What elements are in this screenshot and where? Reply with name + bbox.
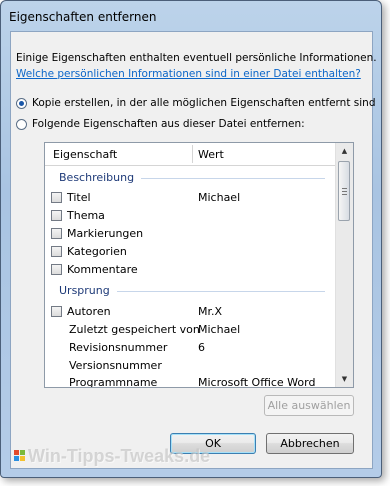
radio-remove-properties-label: Folgende Eigenschaften aus dieser Datei … — [32, 118, 305, 130]
list-item[interactable]: Autoren — [51, 304, 111, 318]
item-label: Programmname — [69, 376, 158, 388]
info-text: Einige Eigenschaften enthalten eventuell… — [16, 52, 377, 64]
checkbox[interactable] — [51, 245, 62, 257]
item-value: Michael — [198, 323, 241, 336]
item-label: Revisionsnummer — [69, 341, 168, 354]
item-value: 6 — [198, 341, 205, 354]
info-link[interactable]: Welche persönlichen Informationen sind i… — [16, 68, 361, 80]
scroll-up-icon[interactable]: ▲ — [336, 143, 353, 159]
vertical-scrollbar[interactable]: ▲ ▼ — [335, 143, 353, 387]
watermark: Win-Tipps-Tweaks.de — [28, 446, 211, 466]
column-separator[interactable] — [192, 145, 193, 163]
list-item[interactable]: Titel — [51, 190, 91, 204]
item-label: Versionsnummer — [69, 359, 162, 372]
item-value: Michael — [198, 191, 241, 204]
list-item[interactable]: Markierungen — [51, 226, 143, 240]
item-label: Kategorien — [67, 244, 127, 258]
column-header-value[interactable]: Wert — [198, 148, 224, 161]
item-value: Mr.X — [198, 305, 223, 318]
list-header: Eigenschaft Wert — [45, 143, 335, 166]
list-item[interactable]: Kommentare — [51, 262, 138, 276]
item-label: Markierungen — [67, 226, 144, 240]
select-all-button[interactable]: Alle auswählen — [264, 395, 354, 416]
list-item[interactable]: Thema — [51, 208, 105, 222]
item-label: Kommentare — [67, 262, 138, 276]
group-header-beschreibung: Beschreibung — [59, 171, 135, 184]
item-label: Thema — [67, 208, 105, 222]
cancel-button[interactable]: Abbrechen — [266, 433, 354, 454]
group-header-ursprung: Ursprung — [59, 284, 110, 297]
scroll-down-icon[interactable]: ▼ — [336, 371, 353, 387]
list-item[interactable]: Kategorien — [51, 244, 127, 258]
checkbox[interactable] — [51, 227, 62, 239]
item-label: Zuletzt gespeichert von — [69, 323, 200, 336]
scrollbar-thumb[interactable] — [338, 161, 350, 221]
radio-unselected-icon[interactable] — [16, 118, 27, 130]
radio-create-copy-label: Kopie erstellen, in der alle möglichen E… — [32, 97, 376, 109]
grip-line — [342, 194, 347, 195]
radio-selected-icon[interactable] — [16, 97, 27, 109]
properties-list[interactable]: Eigenschaft Wert Beschreibung Titel Mich… — [44, 142, 354, 388]
group-divider — [141, 178, 325, 179]
radio-create-copy[interactable]: Kopie erstellen, in der alle möglichen E… — [16, 96, 376, 110]
windows-logo-icon — [14, 450, 26, 462]
checkbox[interactable] — [51, 263, 62, 275]
radio-remove-properties[interactable]: Folgende Eigenschaften aus dieser Datei … — [16, 117, 305, 131]
grip-line — [342, 191, 347, 192]
checkbox[interactable] — [51, 191, 62, 203]
column-header-property[interactable]: Eigenschaft — [53, 148, 117, 161]
item-label: Titel — [67, 190, 91, 204]
group-divider — [117, 291, 325, 292]
item-label: Autoren — [67, 304, 111, 318]
checkbox[interactable] — [51, 209, 62, 221]
window-title: Eigenschaften entfernen — [9, 10, 157, 24]
item-value: Microsoft Office Word — [198, 376, 316, 388]
grip-line — [342, 188, 347, 189]
checkbox[interactable] — [51, 305, 62, 317]
